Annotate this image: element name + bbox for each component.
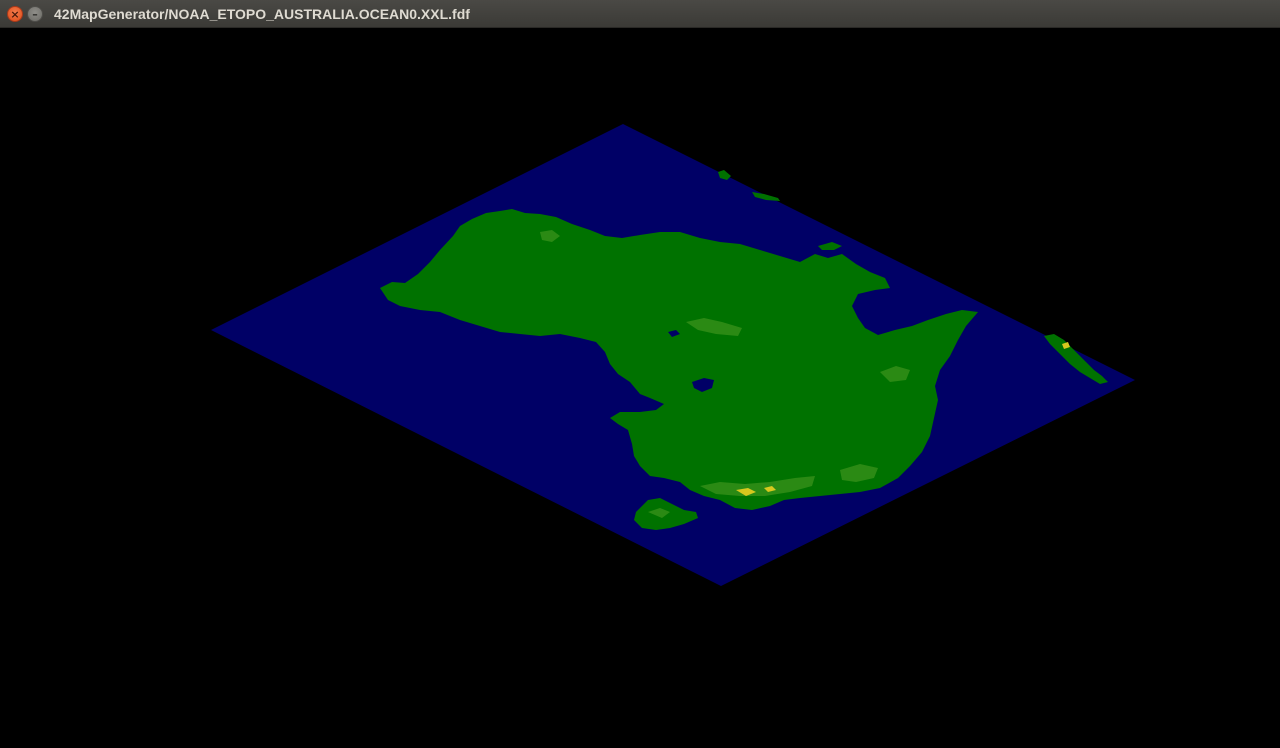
minimize-icon[interactable]: – [27, 6, 43, 22]
map-render-canvas [211, 124, 1135, 586]
close-icon[interactable]: × [7, 6, 23, 22]
close-glyph: × [10, 7, 20, 21]
app-window: × – 42MapGenerator/NOAA_ETOPO_AUSTRALIA.… [0, 0, 1280, 748]
window-title: 42MapGenerator/NOAA_ETOPO_AUSTRALIA.OCEA… [54, 6, 470, 22]
title-bar[interactable]: × – 42MapGenerator/NOAA_ETOPO_AUSTRALIA.… [0, 0, 1280, 28]
minimize-glyph: – [32, 7, 38, 21]
